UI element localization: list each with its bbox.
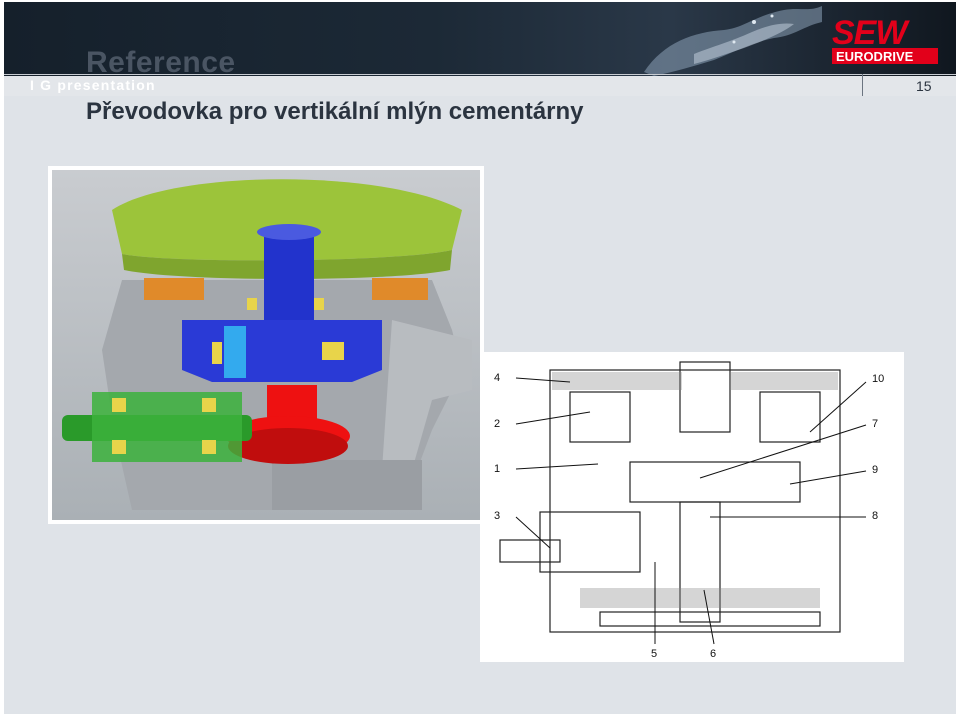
gearbox-3d-image xyxy=(48,166,484,524)
slide-title: Převodovka pro vertikální mlýn cementárn… xyxy=(86,98,584,125)
callout-label: 5 xyxy=(651,648,658,660)
callout-label: 8 xyxy=(872,510,879,522)
sew-eurodrive-logo: SEW EURODRIVE xyxy=(832,14,938,64)
gearbox-3d-render xyxy=(62,179,472,510)
callout-label: 2 xyxy=(494,418,501,430)
page-number-box xyxy=(862,74,955,96)
world-map-graphic xyxy=(644,6,822,76)
page-number: 15 xyxy=(916,78,932,94)
callout-label: 4 xyxy=(494,372,501,384)
callout-label: 9 xyxy=(872,464,879,476)
callout-label: 1 xyxy=(494,463,501,475)
gearbox-section-drawing: 4 2 1 3 10 7 9 8 5 6 xyxy=(480,352,904,662)
svg-text:SEW: SEW xyxy=(832,14,910,52)
callout-label: 6 xyxy=(710,648,717,660)
slide: SEW EURODRIVE Reference I G presentation… xyxy=(4,2,956,714)
callout-label: 10 xyxy=(872,373,885,385)
callout-label: 3 xyxy=(494,510,501,522)
svg-text:EURODRIVE: EURODRIVE xyxy=(836,49,914,64)
section-label: I G presentation xyxy=(30,77,156,93)
callout-label: 7 xyxy=(872,418,879,430)
section-drawing-lines xyxy=(499,361,867,645)
